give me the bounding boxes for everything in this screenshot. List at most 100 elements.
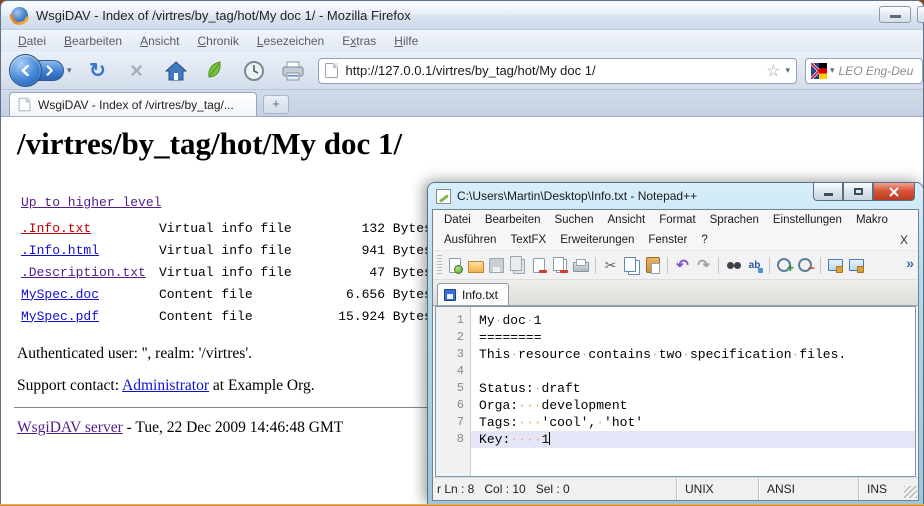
- npp-menu-sprachen[interactable]: Sprachen: [703, 212, 766, 228]
- menu-datei[interactable]: Datei: [9, 32, 55, 50]
- notepadpp-titlebar[interactable]: C:\Users\Martin\Desktop\Info.txt - Notep…: [432, 183, 919, 209]
- url-bar[interactable]: http://127.0.0.1/virtres/by_tag/hot/My d…: [318, 58, 797, 84]
- npp-menu-ausfhren[interactable]: Ausführen: [437, 232, 503, 248]
- leaf-addon-button[interactable]: [202, 58, 228, 84]
- minimize-icon: [824, 193, 833, 196]
- npp-menu-erweiterungen[interactable]: Erweiterungen: [553, 232, 641, 248]
- editor-line[interactable]: [471, 363, 915, 380]
- menu-hilfe[interactable]: Hilfe: [385, 32, 427, 50]
- npp-menu-datei[interactable]: Datei: [437, 212, 478, 228]
- file-link[interactable]: MySpec.doc: [21, 287, 159, 302]
- file-link[interactable]: MySpec.pdf: [21, 309, 159, 324]
- undo-icon[interactable]: [673, 256, 692, 275]
- search-box[interactable]: ▾ LEO Eng-Deu: [805, 58, 923, 84]
- line-number: 7: [436, 414, 464, 431]
- resize-grip[interactable]: [904, 486, 917, 498]
- npp-doc-close-button[interactable]: X: [900, 233, 918, 247]
- line-number: 2: [436, 329, 464, 346]
- firefox-navbar: ▾ ↻ ×: [1, 52, 923, 90]
- sync-vertical-icon[interactable]: [826, 256, 845, 275]
- administrator-link[interactable]: Administrator: [122, 377, 209, 394]
- redo-icon[interactable]: [694, 256, 713, 275]
- file-link[interactable]: .Info.txt: [21, 221, 159, 236]
- npp-minimize-button[interactable]: [813, 183, 843, 201]
- cut-icon[interactable]: [601, 256, 620, 275]
- close-all-icon[interactable]: [550, 256, 569, 275]
- table-row: .Info.txtVirtual info file132 Bytes: [21, 217, 463, 239]
- file-type: Virtual info file: [159, 265, 327, 280]
- npp-menu-textfx[interactable]: TextFX: [503, 232, 553, 248]
- save-all-icon[interactable]: [508, 256, 527, 275]
- status-insert-mode[interactable]: INS: [858, 478, 904, 500]
- editor-line[interactable]: Status:·draft: [471, 380, 915, 397]
- search-engine-dropdown-icon[interactable]: ▾: [830, 65, 835, 76]
- minimize-button[interactable]: [879, 6, 911, 23]
- editor-line[interactable]: This·resource·contains·two·specification…: [471, 346, 915, 363]
- npp-menu-[interactable]: ?: [694, 232, 714, 248]
- search-input[interactable]: LEO Eng-Deu: [839, 64, 914, 78]
- editor-text-area[interactable]: My·doc·1========This·resource·contains·t…: [471, 307, 915, 476]
- menu-lesezeichen[interactable]: Lesezeichen: [248, 32, 333, 50]
- npp-menu-makro[interactable]: Makro: [849, 212, 895, 228]
- status-encoding[interactable]: ANSI: [758, 478, 858, 500]
- firefox-titlebar[interactable]: WsgiDAV - Index of /virtres/by_tag/hot/M…: [1, 1, 923, 30]
- editor-line[interactable]: My·doc·1: [471, 312, 915, 329]
- maximize-icon: [854, 188, 863, 195]
- new-tab-button[interactable]: +: [263, 95, 289, 114]
- npp-menu-bearbeiten[interactable]: Bearbeiten: [478, 212, 548, 228]
- close-file-icon[interactable]: [529, 256, 548, 275]
- replace-icon[interactable]: [745, 256, 764, 275]
- bookmark-star-icon[interactable]: ☆: [766, 61, 780, 81]
- menu-ansicht[interactable]: Ansicht: [131, 32, 188, 50]
- file-link[interactable]: .Info.html: [21, 243, 159, 258]
- editor[interactable]: 12345678 My·doc·1========This·resource·c…: [435, 306, 916, 477]
- home-button[interactable]: [163, 58, 189, 84]
- file-link[interactable]: .Description.txt: [21, 265, 159, 280]
- find-icon[interactable]: [724, 256, 743, 275]
- print-icon[interactable]: [571, 256, 590, 275]
- tab-info-txt[interactable]: Info.txt: [437, 283, 509, 305]
- file-type: Virtual info file: [159, 221, 327, 236]
- editor-line[interactable]: Key:····1: [471, 431, 915, 448]
- history-dropdown-icon[interactable]: ▾: [67, 65, 72, 76]
- menu-chronik[interactable]: Chronik: [188, 32, 247, 50]
- sync-horizontal-icon[interactable]: [847, 256, 866, 275]
- npp-menu-suchen[interactable]: Suchen: [547, 212, 600, 228]
- status-eol-format[interactable]: UNIX: [676, 478, 758, 500]
- menu-bearbeiten[interactable]: Bearbeiten: [55, 32, 131, 50]
- npp-menu-ansicht[interactable]: Ansicht: [601, 212, 653, 228]
- clock-addon-button[interactable]: [241, 58, 267, 84]
- menu-extras[interactable]: Extras: [333, 32, 385, 50]
- editor-line[interactable]: ========: [471, 329, 915, 346]
- line-number: 5: [436, 380, 464, 397]
- npp-menu-fenster[interactable]: Fenster: [641, 232, 694, 248]
- npp-close-button[interactable]: [873, 183, 915, 201]
- save-icon[interactable]: [487, 256, 506, 275]
- wsgidav-server-link[interactable]: WsgiDAV server: [17, 419, 123, 436]
- npp-maximize-button[interactable]: [843, 183, 873, 201]
- copy-icon[interactable]: [622, 256, 641, 275]
- npp-menu-einstellungen[interactable]: Einstellungen: [766, 212, 849, 228]
- editor-line[interactable]: Orga:···development: [471, 397, 915, 414]
- url-dropdown-icon[interactable]: ▾: [785, 65, 790, 76]
- stop-button[interactable]: ×: [124, 58, 150, 84]
- new-file-icon[interactable]: [445, 256, 464, 275]
- up-to-higher-level-link[interactable]: Up to higher level: [21, 195, 161, 210]
- url-text[interactable]: http://127.0.0.1/virtres/by_tag/hot/My d…: [346, 63, 765, 78]
- site-page-icon: [325, 63, 338, 78]
- tab-wsgidav[interactable]: WsgiDAV - Index of /virtres/by_tag/...: [9, 92, 257, 116]
- file-size-unit: Bytes: [385, 221, 432, 236]
- maximize-button[interactable]: [917, 6, 924, 23]
- editor-line[interactable]: Tags:···'cool',·'hot': [471, 414, 915, 431]
- back-button[interactable]: [9, 54, 42, 87]
- paste-icon[interactable]: [643, 256, 662, 275]
- reload-button[interactable]: ↻: [85, 58, 111, 84]
- open-file-icon[interactable]: [466, 256, 485, 275]
- clock-icon: [243, 60, 265, 82]
- npp-menu-format[interactable]: Format: [652, 212, 702, 228]
- toolbar-overflow-icon[interactable]: »: [906, 255, 914, 271]
- zoom-out-icon[interactable]: [796, 256, 815, 275]
- zoom-in-icon[interactable]: [775, 256, 794, 275]
- print-button[interactable]: [280, 58, 306, 84]
- npp-statusbar: r Ln : 8 Col : 10 Sel : 0 UNIX ANSI INS: [433, 477, 918, 500]
